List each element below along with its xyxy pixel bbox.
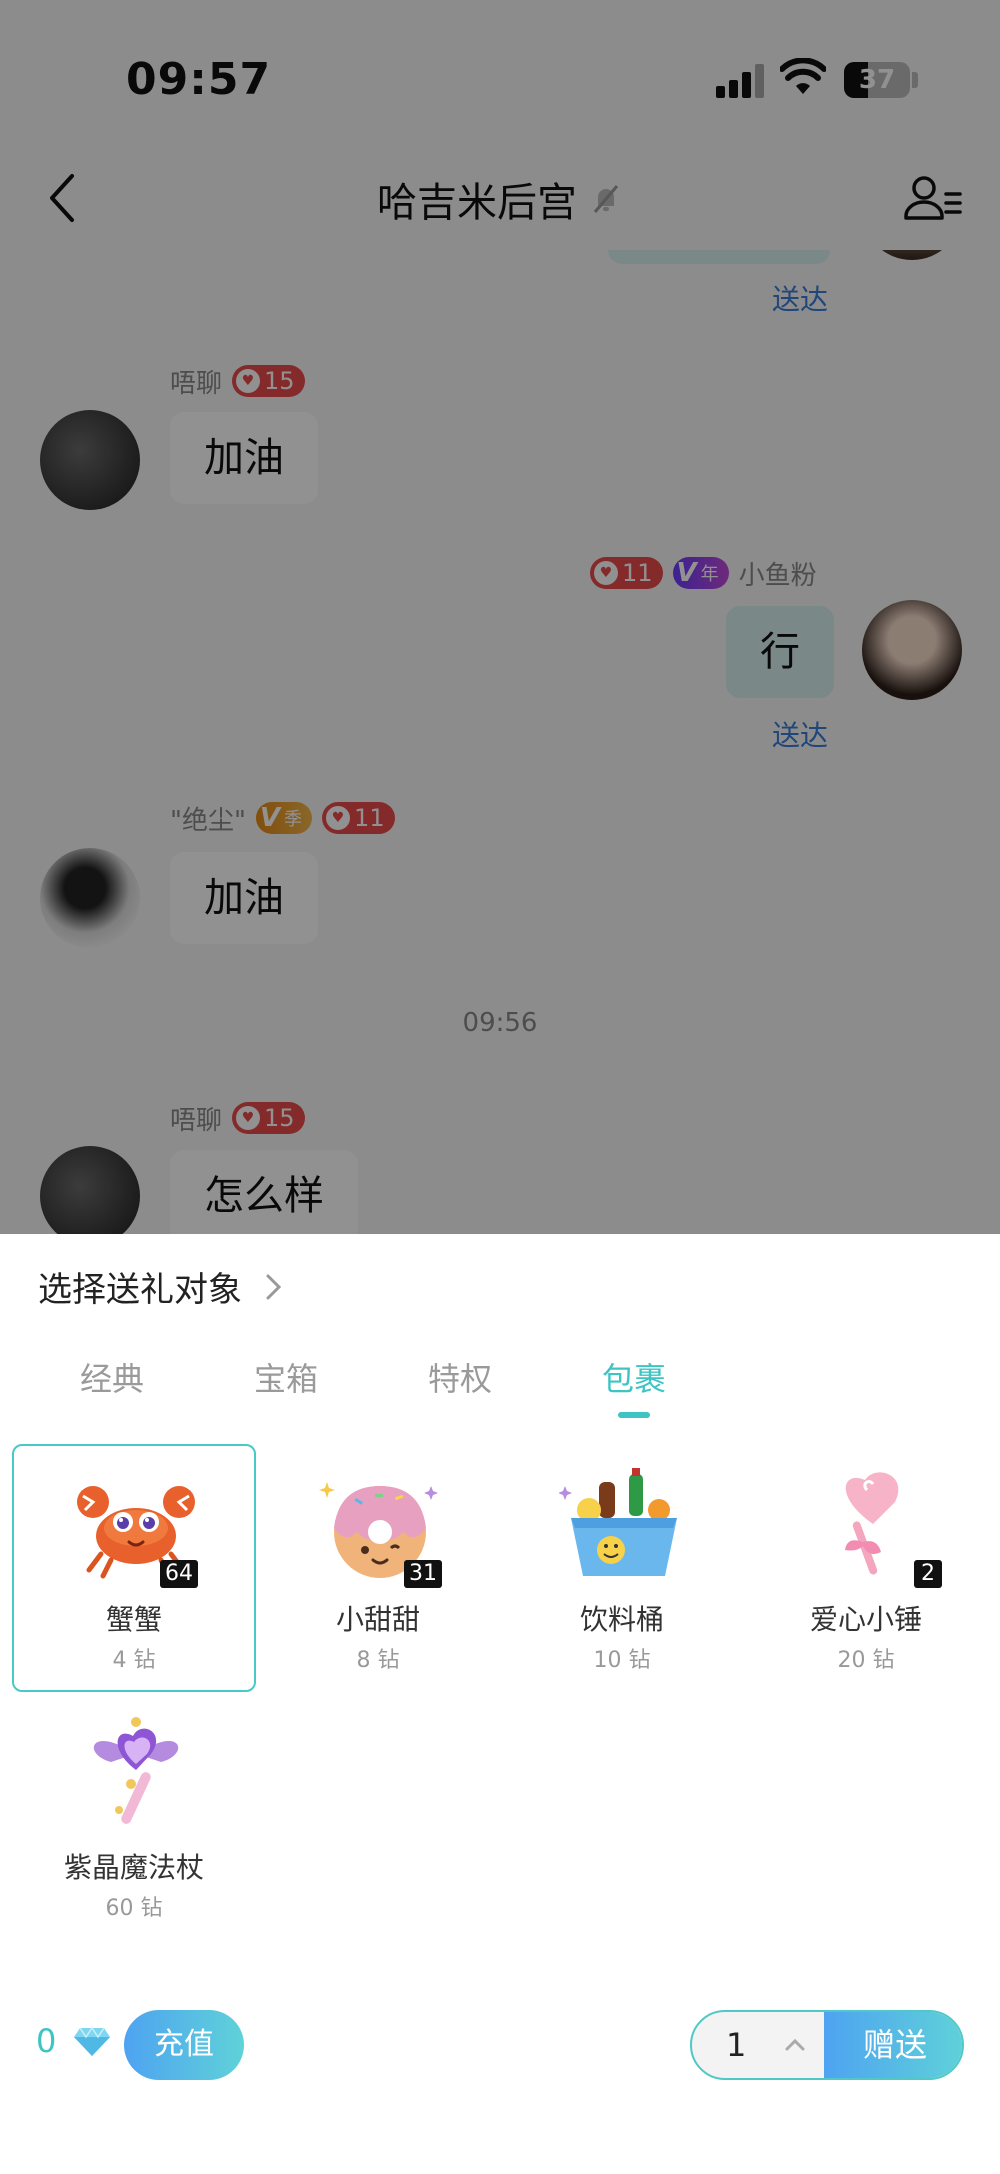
gift-price: 8 钻	[356, 1648, 400, 1673]
diamond-balance: 0	[36, 2022, 57, 2060]
gift-name: 蟹蟹	[105, 1603, 162, 1636]
gift-action-bar: 0 充值 1 赠送	[0, 2006, 1000, 2086]
gift-price: 20 钻	[837, 1648, 895, 1673]
chevron-up-icon[interactable]	[784, 2034, 806, 2056]
tab-treasure-box[interactable]: 宝箱	[216, 1354, 356, 1400]
select-target-label: 选择送礼对象	[38, 1270, 242, 1310]
gift-item[interactable]: 2 爱心小锤 20 钻	[744, 1444, 988, 1692]
active-tab-indicator	[618, 1412, 650, 1418]
gift-price: 4 钻	[112, 1648, 156, 1673]
quantity-value[interactable]: 1	[726, 2012, 746, 2078]
gift-name: 紫晶魔法杖	[63, 1851, 204, 1884]
gift-item[interactable]: 饮料桶 10 钻	[500, 1444, 744, 1692]
recharge-button[interactable]: 充值	[124, 2010, 244, 2080]
gift-price: 10 钻	[593, 1648, 651, 1673]
gift-name: 小甜甜	[335, 1603, 420, 1636]
send-controls: 1 赠送	[690, 2010, 964, 2080]
chevron-right-icon	[266, 1274, 282, 1299]
tab-classic[interactable]: 经典	[42, 1354, 182, 1400]
gift-panel: 选择送礼对象 经典 宝箱 特权 包裹 64 蟹蟹 4 钻 31 小甜甜 8 钻 …	[0, 1234, 1000, 2174]
tab-privilege[interactable]: 特权	[390, 1354, 530, 1400]
gift-item[interactable]: 64 蟹蟹 4 钻	[12, 1444, 256, 1692]
send-gift-button[interactable]: 赠送	[824, 2012, 962, 2078]
tab-package[interactable]: 包裹	[564, 1354, 704, 1418]
diamond-icon	[74, 2026, 110, 2056]
gift-count-badge: 64	[160, 1560, 198, 1588]
gift-tabs: 经典 宝箱 特权 包裹	[0, 1354, 1000, 1434]
gift-price: 60 钻	[105, 1896, 163, 1921]
dim-overlay[interactable]	[0, 0, 1000, 1234]
gift-item[interactable]: 31 小甜甜 8 钻	[256, 1444, 500, 1692]
gift-name: 爱心小锤	[809, 1603, 922, 1636]
gift-count-badge: 31	[404, 1560, 442, 1588]
select-gift-target[interactable]: 选择送礼对象	[38, 1262, 284, 1311]
drink-bucket-icon	[559, 1468, 677, 1576]
magic-wand-icon	[93, 1717, 179, 1824]
gift-count-badge: 2	[914, 1560, 942, 1588]
gift-name: 饮料桶	[579, 1603, 664, 1636]
gift-item[interactable]: 紫晶魔法杖 60 钻	[12, 1692, 256, 1940]
